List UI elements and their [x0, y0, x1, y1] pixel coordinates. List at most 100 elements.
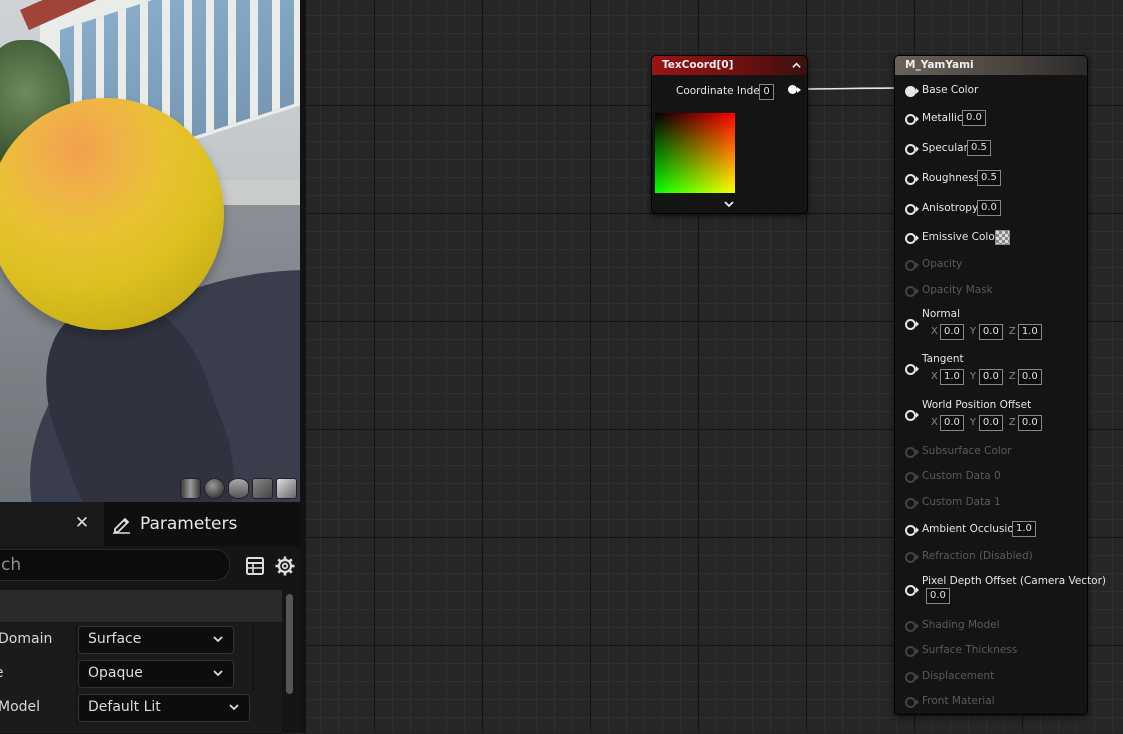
node-title: M_YamYami — [905, 59, 974, 71]
search-input[interactable]: ch — [0, 549, 230, 581]
chevron-down-icon — [213, 636, 223, 643]
normal-z-field[interactable]: 1.0 — [1017, 324, 1042, 340]
material-result-node[interactable]: M_YamYami Base Color Metallic 0.0 Specul… — [894, 55, 1106, 715]
close-icon[interactable]: ✕ — [74, 515, 90, 532]
input-displacement: Displacement — [895, 667, 1087, 687]
input-ambient-occlusion[interactable]: Ambient Occlusion 1.0 — [895, 520, 1087, 540]
property-row-blend-mode: de Opaque — [0, 657, 282, 692]
input-label: Subsurface Color — [922, 445, 1012, 457]
anisotropy-value-field[interactable]: 0.0 — [977, 200, 1001, 216]
preview-viewport[interactable] — [0, 0, 300, 502]
node-title: TexCoord[0] — [662, 59, 734, 71]
input-pin[interactable] — [905, 233, 916, 244]
tangent-x-field[interactable]: 1.0 — [940, 369, 964, 385]
input-pin[interactable] — [905, 410, 916, 421]
pixel-depth-offset-value-field[interactable]: 0.0 — [926, 588, 950, 604]
input-label: Base Color — [922, 84, 979, 96]
category-header[interactable] — [0, 590, 282, 622]
blend-mode-dropdown[interactable]: Opaque — [78, 660, 234, 688]
property-row-material-domain: Domain Surface — [0, 623, 282, 658]
input-tangent[interactable]: Tangent X 1.0 Y 0.0 Z 0.0 — [895, 351, 1087, 385]
input-pin[interactable] — [905, 525, 916, 536]
chevron-down-icon — [229, 704, 239, 711]
uv-preview-thumbnail — [655, 113, 735, 193]
input-opacity: Opacity — [895, 255, 1087, 275]
dropdown-value: Surface — [88, 631, 142, 647]
panel-divider[interactable] — [300, 0, 306, 733]
input-label: Roughness — [922, 172, 980, 184]
specular-value-field[interactable]: 0.5 — [967, 140, 991, 156]
input-pin[interactable] — [905, 204, 916, 215]
ambient-occlusion-value-field[interactable]: 1.0 — [1012, 521, 1036, 537]
pencil-icon — [113, 517, 130, 534]
coordinate-index-field[interactable]: 0 — [759, 84, 774, 100]
input-roughness[interactable]: Roughness 0.5 — [895, 169, 1087, 189]
roughness-value-field[interactable]: 0.5 — [977, 170, 1001, 186]
input-pin[interactable] — [905, 319, 916, 330]
input-pin[interactable] — [905, 86, 916, 97]
tab-details-label: s — [0, 514, 1, 534]
normal-y-field[interactable]: 0.0 — [978, 324, 1003, 340]
chevron-down-icon[interactable] — [724, 199, 734, 209]
normal-vector-fields: X 0.0 Y 0.0 Z 1.0 — [931, 324, 1048, 340]
metallic-value-field[interactable]: 0.0 — [962, 110, 986, 126]
tangent-z-field[interactable]: 0.0 — [1017, 369, 1042, 385]
input-emissive-color[interactable]: Emissive Color — [895, 228, 1087, 248]
material-node-header[interactable]: M_YamYami — [895, 56, 1087, 75]
wpo-vector-fields: X 0.0 Y 0.0 Z 0.0 — [931, 415, 1048, 431]
input-label: Anisotropy — [922, 202, 979, 214]
teapot-icon[interactable] — [276, 478, 297, 499]
input-specular[interactable]: Specular 0.5 — [895, 139, 1087, 159]
cube-icon[interactable] — [252, 478, 273, 499]
cylinder-icon[interactable] — [180, 478, 201, 499]
input-pin[interactable] — [905, 174, 916, 185]
input-pin[interactable] — [905, 114, 916, 125]
wpo-z-field[interactable]: 0.0 — [1017, 415, 1042, 431]
panel-tab-bar: s ✕ Parameters — [0, 502, 300, 546]
coordinate-index-label: Coordinate Index — [676, 85, 766, 97]
input-label: Tangent — [922, 353, 964, 365]
wpo-x-field[interactable]: 0.0 — [940, 415, 964, 431]
input-base-color[interactable]: Base Color — [895, 81, 1087, 101]
details-scrollbar[interactable] — [286, 594, 293, 694]
tangent-y-field[interactable]: 0.0 — [978, 369, 1003, 385]
input-metallic[interactable]: Metallic 0.0 — [895, 109, 1087, 129]
chevron-down-icon — [213, 670, 223, 677]
input-opacity-mask: Opacity Mask — [895, 281, 1087, 301]
input-refraction: Refraction (Disabled) — [895, 547, 1087, 567]
input-pin[interactable] — [905, 144, 916, 155]
chevron-up-icon[interactable] — [792, 61, 801, 70]
input-normal[interactable]: Normal X 0.0 Y 0.0 Z 1.0 — [895, 306, 1087, 340]
tab-parameters-label: Parameters — [140, 514, 238, 534]
emissive-color-swatch[interactable] — [995, 230, 1010, 245]
table-view-icon[interactable] — [246, 557, 264, 575]
input-label: Emissive Color — [922, 231, 1000, 243]
shading-model-dropdown[interactable]: Default Lit — [78, 694, 250, 722]
output-pin-arrow — [797, 87, 801, 93]
input-pixel-depth-offset[interactable]: Pixel Depth Offset (Camera Vector) 0.0 — [895, 574, 1106, 608]
gear-icon[interactable] — [275, 556, 295, 576]
tangent-vector-fields: X 1.0 Y 0.0 Z 0.0 — [931, 369, 1048, 385]
texcoord-node[interactable]: TexCoord[0] Coordinate Index 0 — [651, 55, 808, 214]
texcoord-node-header[interactable]: TexCoord[0] — [652, 56, 807, 75]
tab-parameters[interactable]: Parameters — [112, 502, 237, 546]
normal-x-field[interactable]: 0.0 — [940, 324, 964, 340]
input-anisotropy[interactable]: Anisotropy 0.0 — [895, 199, 1087, 219]
input-label: Surface Thickness — [922, 644, 1018, 656]
wpo-y-field[interactable]: 0.0 — [978, 415, 1003, 431]
material-domain-dropdown[interactable]: Surface — [78, 626, 234, 654]
input-label: Opacity — [922, 258, 963, 270]
input-label: Ambient Occlusion — [922, 523, 1021, 535]
input-pin[interactable] — [905, 364, 916, 375]
input-custom-data-0: Custom Data 0 — [895, 467, 1087, 487]
input-label: Refraction (Disabled) — [922, 550, 1033, 562]
preview-shape-toolbar — [180, 478, 297, 499]
input-label: Normal — [922, 308, 960, 320]
property-row-shading-model: Model Default Lit — [0, 691, 282, 726]
output-pin[interactable] — [788, 85, 797, 94]
input-world-position-offset[interactable]: World Position Offset X 0.0 Y 0.0 Z 0.0 — [895, 397, 1087, 431]
plane-icon[interactable] — [228, 478, 249, 499]
sphere-icon[interactable] — [204, 478, 225, 499]
input-pin[interactable] — [905, 585, 916, 596]
input-custom-data-1: Custom Data 1 — [895, 493, 1087, 513]
